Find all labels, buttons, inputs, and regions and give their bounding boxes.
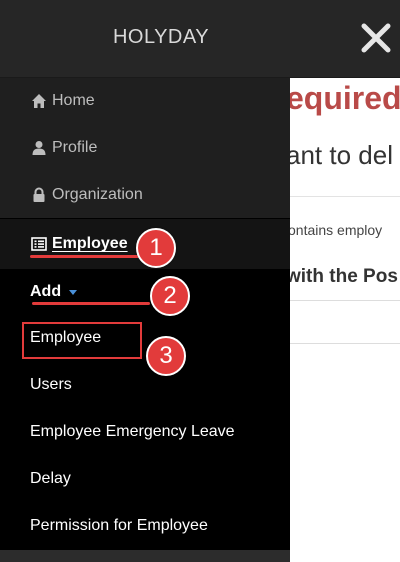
nav-item-label: Organization [52,186,143,203]
brand-title: HOLYDAY [112,26,210,48]
nav-item-label: Employee [52,235,128,252]
background-question: ant to del [286,140,393,170]
nav-item-label: Profile [52,139,98,156]
step-badge-1: 1 [136,228,176,268]
submenu-item-emergency-leave[interactable]: Employee Emergency Leave [0,409,290,455]
submenu-item-label: Permission for Employee [30,517,208,534]
add-dropdown[interactable]: Add [0,269,290,315]
submenu-item-label: Employee Emergency Leave [30,423,235,440]
close-icon[interactable] [356,18,396,58]
home-icon [30,92,48,110]
background-heading: with the Pos [286,266,398,287]
lock-icon [30,186,48,204]
submenu-item-label: Users [30,376,72,393]
annotation-underline-1 [30,255,140,258]
annotation-highlight-box [22,322,142,359]
nav-item-home[interactable]: Home [0,78,290,124]
submenu-item-permission[interactable]: Permission for Employee [0,503,290,549]
nav-item-label: Home [52,92,95,109]
annotation-underline-2 [32,302,150,305]
list-icon [30,235,48,253]
step-badge-2: 2 [150,276,190,316]
background-panel [286,300,400,344]
side-drawer: Home Profile Organization Employee Add E… [0,78,290,562]
submenu-item-delay[interactable]: Delay [0,456,290,502]
drawer-header: HOLYDAY [0,0,400,78]
background-title: equired [286,80,400,116]
nav-item-organization[interactable]: Organization [0,172,290,218]
user-icon [30,139,48,157]
submenu-item-label: Delay [30,470,71,487]
divider [286,196,400,197]
step-badge-3: 3 [146,336,186,376]
nav-item-profile[interactable]: Profile [0,125,290,171]
submenu-item-users[interactable]: Users [0,362,290,408]
caret-down-icon [69,289,78,295]
add-dropdown-label: Add [30,283,62,300]
background-note: ontains employ [288,222,383,238]
drawer-footer [0,550,290,562]
